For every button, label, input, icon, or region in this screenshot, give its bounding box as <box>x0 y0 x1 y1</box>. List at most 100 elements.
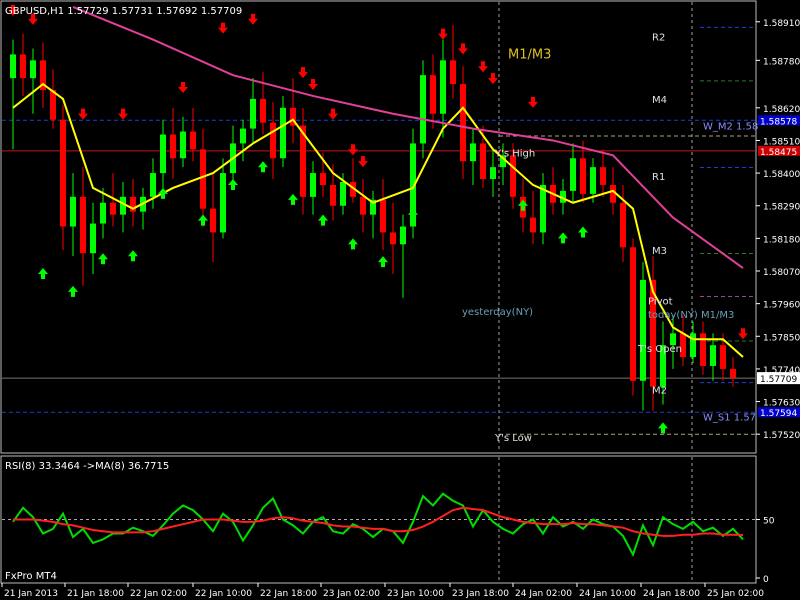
candle-body <box>160 134 166 174</box>
candle-body <box>220 173 226 233</box>
candle-body <box>20 54 26 79</box>
candle-body <box>720 345 726 369</box>
candle-body <box>580 158 586 194</box>
chart-label: M2 <box>652 386 667 397</box>
candle-body <box>430 75 436 114</box>
candle-body <box>100 202 106 224</box>
y-tick-label: 1.57630 <box>763 399 800 409</box>
candle-body <box>200 149 206 209</box>
x-tick-label: 22 Jan 02:00 <box>130 589 187 599</box>
y-tick-label: 1.58780 <box>763 57 800 67</box>
candle-body <box>250 98 256 129</box>
y-tick-label: 1.58400 <box>763 170 800 180</box>
candle-body <box>480 143 486 180</box>
chart-label: Y's Low <box>494 433 532 444</box>
platform-label: FxPro MT4 <box>5 571 57 582</box>
candle-body <box>390 232 396 245</box>
candle-body <box>620 202 626 248</box>
x-tick-label: 24 Jan 10:00 <box>579 589 636 599</box>
y-tick-label: 1.57960 <box>763 301 800 311</box>
candle-body <box>710 345 716 366</box>
trading-chart: GBPUSD,H1 1.57729 1.57731 1.57692 1.5770… <box>0 0 800 600</box>
x-tick-label: 21 Jan 18:00 <box>67 589 124 599</box>
candle-body <box>60 119 66 227</box>
candle-body <box>510 155 516 197</box>
candle-body <box>490 167 496 180</box>
candle-body <box>170 134 176 159</box>
candle-body <box>210 208 216 233</box>
candle-body <box>470 143 476 162</box>
candle-body <box>530 217 536 233</box>
x-tick-label: 25 Jan 02:00 <box>707 589 764 599</box>
rsi-title: RSI(8) 33.3464 ->MA(8) 36.7715 <box>5 461 169 472</box>
y-tick-label: 1.58180 <box>763 235 800 245</box>
candle-body <box>340 181 346 206</box>
x-tick-label: 23 Jan 02:00 <box>323 589 380 599</box>
candle-body <box>310 173 316 197</box>
candle-body <box>80 196 86 254</box>
candle-body <box>330 184 336 206</box>
chart-label: R2 <box>652 33 665 44</box>
chart-label: yesterday(NY) <box>462 307 533 318</box>
chart-label: R1 <box>652 172 665 183</box>
x-tick-label: 23 Jan 18:00 <box>452 589 509 599</box>
x-tick-label: 23 Jan 10:00 <box>387 589 444 599</box>
price-level-label: 1.57594 <box>760 409 797 419</box>
candle-body <box>450 60 456 85</box>
candle-body <box>30 60 36 79</box>
candle-body <box>730 368 736 378</box>
candle-body <box>630 247 636 381</box>
chart-label: T's Open <box>637 344 682 355</box>
chart-label: today(NY) M1/M3 <box>648 310 734 321</box>
chart-label: M3 <box>652 246 667 257</box>
y-tick-label: 1.57520 <box>763 431 800 441</box>
candle-body <box>90 223 96 254</box>
chart-label: M1/M3 <box>508 47 551 62</box>
x-tick-label: 24 Jan 02:00 <box>515 589 572 599</box>
candle-body <box>240 128 246 144</box>
price-level-label: 1.58475 <box>760 148 797 158</box>
candle-body <box>70 196 76 227</box>
rsi-y-tick-label: 50 <box>763 517 775 527</box>
candle-body <box>150 173 156 197</box>
candle-body <box>110 202 116 215</box>
y-tick-label: 1.58290 <box>763 203 800 213</box>
chart-label: M4 <box>652 95 667 106</box>
candle-body <box>260 98 266 123</box>
x-tick-label: 22 Jan 10:00 <box>195 589 252 599</box>
candle-body <box>590 167 596 194</box>
y-tick-label: 1.58070 <box>763 268 800 278</box>
candle-body <box>380 199 386 233</box>
candle-body <box>440 60 446 114</box>
chart-label: W_S1 1.57 <box>703 412 756 423</box>
y-tick-label: 1.57850 <box>763 333 800 343</box>
chart-title: GBPUSD,H1 1.57729 1.57731 1.57692 1.5770… <box>5 6 242 17</box>
y-tick-label: 1.58910 <box>763 19 800 29</box>
chart-label: Pivot <box>648 297 673 308</box>
rsi-y-tick-label: 0 <box>763 575 769 585</box>
x-tick-label: 24 Jan 18:00 <box>643 589 700 599</box>
candle-body <box>190 131 196 150</box>
candle-body <box>400 226 406 245</box>
candle-body <box>180 131 186 159</box>
candle-body <box>700 333 706 366</box>
current-price-label: 1.57709 <box>760 375 797 385</box>
candle-body <box>570 158 576 191</box>
y-tick-label: 1.58620 <box>763 105 800 115</box>
chart-label: W_M2 1.58 <box>703 122 758 133</box>
candle-body <box>360 196 366 215</box>
candle-body <box>320 173 326 185</box>
candle-body <box>640 279 646 381</box>
x-tick-label: 22 Jan 18:00 <box>260 589 317 599</box>
candle-body <box>280 107 286 159</box>
candle-body <box>460 84 466 162</box>
background <box>0 0 800 600</box>
candle-body <box>270 122 276 159</box>
candle-body <box>50 90 56 120</box>
candle-body <box>10 54 16 79</box>
x-tick-label: 21 Jan 2013 <box>4 589 58 599</box>
candle-body <box>600 167 606 185</box>
price-level-label: 1.58578 <box>760 117 797 127</box>
candle-body <box>420 75 426 144</box>
chart-label: Y's High <box>494 148 535 159</box>
